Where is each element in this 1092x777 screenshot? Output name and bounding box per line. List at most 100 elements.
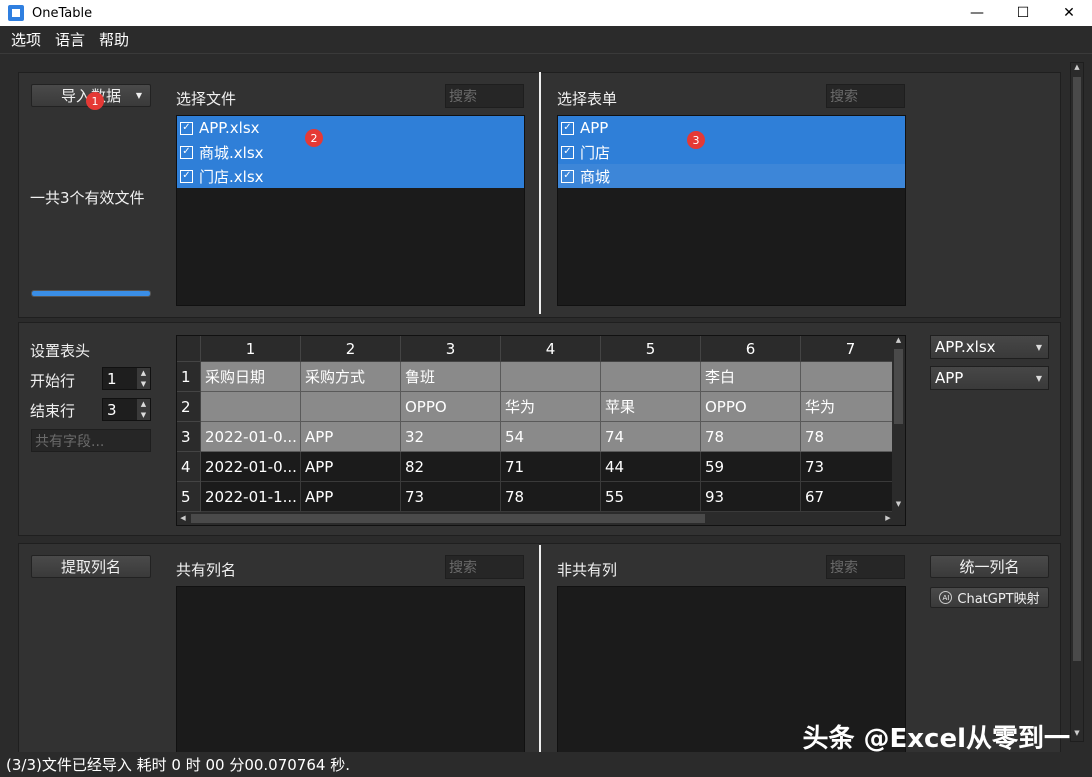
table-cell[interactable]: APP bbox=[301, 482, 401, 512]
table-corner[interactable] bbox=[177, 336, 201, 362]
table-cell[interactable] bbox=[201, 392, 301, 422]
scroll-down-icon[interactable]: ▼ bbox=[1071, 729, 1083, 741]
horizontal-scrollbar[interactable]: ◀ ▶ bbox=[177, 512, 905, 525]
table-cell[interactable] bbox=[601, 362, 701, 392]
extract-columns-button[interactable]: 提取列名 bbox=[31, 555, 151, 578]
spin-down-icon[interactable]: ▼ bbox=[137, 410, 150, 421]
table-cell[interactable]: OPPO bbox=[701, 392, 801, 422]
column-header[interactable]: 5 bbox=[601, 336, 701, 362]
table-cell[interactable]: APP bbox=[301, 452, 401, 482]
sheet-item[interactable]: ✓ 商城 bbox=[558, 164, 905, 188]
table-cell[interactable]: 2022-01-0... bbox=[201, 422, 301, 452]
table-cell[interactable]: 李白 bbox=[701, 362, 801, 392]
scroll-right-icon[interactable]: ▶ bbox=[882, 512, 894, 525]
file-list[interactable]: ✓ APP.xlsx ✓ 商城.xlsx ✓ 门店.xlsx bbox=[176, 115, 525, 306]
table-cell[interactable] bbox=[501, 362, 601, 392]
scroll-up-icon[interactable]: ▲ bbox=[892, 336, 905, 348]
table-cell[interactable]: 74 bbox=[601, 422, 701, 452]
column-header[interactable]: 4 bbox=[501, 336, 601, 362]
common-field-input[interactable]: 共有字段... bbox=[31, 429, 151, 452]
table-cell[interactable]: 采购方式 bbox=[301, 362, 401, 392]
table-cell[interactable] bbox=[301, 392, 401, 422]
table-cell[interactable]: 78 bbox=[801, 422, 901, 452]
vertical-scrollbar[interactable]: ▲ ▼ bbox=[892, 336, 905, 512]
table-cell[interactable]: 73 bbox=[801, 452, 901, 482]
checkbox-checked-icon[interactable]: ✓ bbox=[561, 121, 574, 135]
table-cell[interactable]: 44 bbox=[601, 452, 701, 482]
maximize-button[interactable]: ☐ bbox=[1000, 0, 1046, 26]
table-cell[interactable]: 2022-01-1... bbox=[201, 482, 301, 512]
table-cell[interactable]: 82 bbox=[401, 452, 501, 482]
table-cell[interactable]: 73 bbox=[401, 482, 501, 512]
unify-columns-button[interactable]: 统一列名 bbox=[930, 555, 1049, 578]
checkbox-checked-icon[interactable]: ✓ bbox=[180, 145, 193, 159]
table-cell[interactable]: 2022-01-0... bbox=[201, 452, 301, 482]
table-cell[interactable]: 苹果 bbox=[601, 392, 701, 422]
chatgpt-mapping-button[interactable]: AI ChatGPT映射 bbox=[930, 587, 1049, 608]
status-bar: (3/3)文件已经导入 耗时 0 时 00 分00.070764 秒. bbox=[0, 752, 1092, 777]
table-cell[interactable]: 32 bbox=[401, 422, 501, 452]
checkbox-checked-icon[interactable]: ✓ bbox=[180, 169, 193, 183]
table-cell[interactable]: APP bbox=[301, 422, 401, 452]
row-header[interactable]: 4 bbox=[177, 452, 201, 482]
spin-up-icon[interactable]: ▲ bbox=[137, 399, 150, 410]
noncommon-search-input[interactable]: 搜索 bbox=[826, 555, 905, 579]
table-cell[interactable]: 鲁班 bbox=[401, 362, 501, 392]
scroll-down-icon[interactable]: ▼ bbox=[892, 500, 905, 512]
table-cell[interactable]: 55 bbox=[601, 482, 701, 512]
table-cell[interactable]: 华为 bbox=[501, 392, 601, 422]
sheet-list[interactable]: ✓ APP ✓ 门店 ✓ 商城 bbox=[557, 115, 906, 306]
start-row-spinbox[interactable]: 1 ▲ ▼ bbox=[102, 367, 151, 390]
vertical-scroll-thumb[interactable] bbox=[894, 349, 903, 424]
menu-help[interactable]: 帮助 bbox=[92, 29, 136, 50]
menu-options[interactable]: 选项 bbox=[4, 29, 48, 50]
table-cell[interactable]: 华为 bbox=[801, 392, 901, 422]
column-header[interactable]: 6 bbox=[701, 336, 801, 362]
table-cell[interactable] bbox=[801, 362, 901, 392]
file-item[interactable]: ✓ 门店.xlsx bbox=[177, 164, 524, 188]
table-cell[interactable]: 54 bbox=[501, 422, 601, 452]
table-cell[interactable]: 78 bbox=[501, 482, 601, 512]
file-item[interactable]: ✓ APP.xlsx bbox=[177, 116, 524, 140]
file-search-input[interactable]: 搜索 bbox=[445, 84, 524, 108]
checkbox-checked-icon[interactable]: ✓ bbox=[180, 121, 193, 135]
column-header[interactable]: 3 bbox=[401, 336, 501, 362]
horizontal-scroll-thumb[interactable] bbox=[191, 514, 705, 523]
window-scroll-thumb[interactable] bbox=[1073, 77, 1081, 661]
row-header[interactable]: 3 bbox=[177, 422, 201, 452]
common-columns-list[interactable] bbox=[176, 586, 525, 753]
table-cell[interactable]: OPPO bbox=[401, 392, 501, 422]
table-cell[interactable]: 93 bbox=[701, 482, 801, 512]
scroll-up-icon[interactable]: ▲ bbox=[1071, 63, 1083, 75]
data-preview-table[interactable]: 1 2 3 4 5 6 7 1 采购日期 采购方式 鲁班 李白 2 OPPO 华为 苹果 OPPO 华为 3 2022… bbox=[176, 335, 906, 526]
row-header[interactable]: 5 bbox=[177, 482, 201, 512]
spin-down-icon[interactable]: ▼ bbox=[137, 379, 150, 390]
table-cell[interactable]: 采购日期 bbox=[201, 362, 301, 392]
sheet-search-input[interactable]: 搜索 bbox=[826, 84, 905, 108]
column-header[interactable]: 1 bbox=[201, 336, 301, 362]
table-cell[interactable]: 59 bbox=[701, 452, 801, 482]
window-vertical-scrollbar[interactable]: ▲ ▼ bbox=[1070, 62, 1084, 742]
checkbox-checked-icon[interactable]: ✓ bbox=[561, 145, 574, 159]
menu-bar: 选项 语言 帮助 bbox=[0, 26, 1092, 54]
column-header[interactable]: 7 bbox=[801, 336, 901, 362]
close-button[interactable]: ✕ bbox=[1046, 0, 1092, 26]
checkbox-checked-icon[interactable]: ✓ bbox=[561, 169, 574, 183]
row-header[interactable]: 1 bbox=[177, 362, 201, 392]
sheet-selector-combo[interactable]: APP ▼ bbox=[930, 366, 1049, 390]
row-header[interactable]: 2 bbox=[177, 392, 201, 422]
menu-language[interactable]: 语言 bbox=[48, 29, 92, 50]
column-header[interactable]: 2 bbox=[301, 336, 401, 362]
common-search-input[interactable]: 搜索 bbox=[445, 555, 524, 579]
end-row-spinbox[interactable]: 3 ▲ ▼ bbox=[102, 398, 151, 421]
minimize-button[interactable]: — bbox=[954, 0, 1000, 26]
file-selector-combo[interactable]: APP.xlsx ▼ bbox=[930, 335, 1049, 359]
scroll-left-icon[interactable]: ◀ bbox=[177, 512, 189, 525]
sheet-item[interactable]: ✓ 门店 bbox=[558, 140, 905, 164]
spin-up-icon[interactable]: ▲ bbox=[137, 368, 150, 379]
table-cell[interactable]: 78 bbox=[701, 422, 801, 452]
table-cell[interactable]: 67 bbox=[801, 482, 901, 512]
table-cell[interactable]: 71 bbox=[501, 452, 601, 482]
file-item[interactable]: ✓ 商城.xlsx bbox=[177, 140, 524, 164]
sheet-item[interactable]: ✓ APP bbox=[558, 116, 905, 140]
